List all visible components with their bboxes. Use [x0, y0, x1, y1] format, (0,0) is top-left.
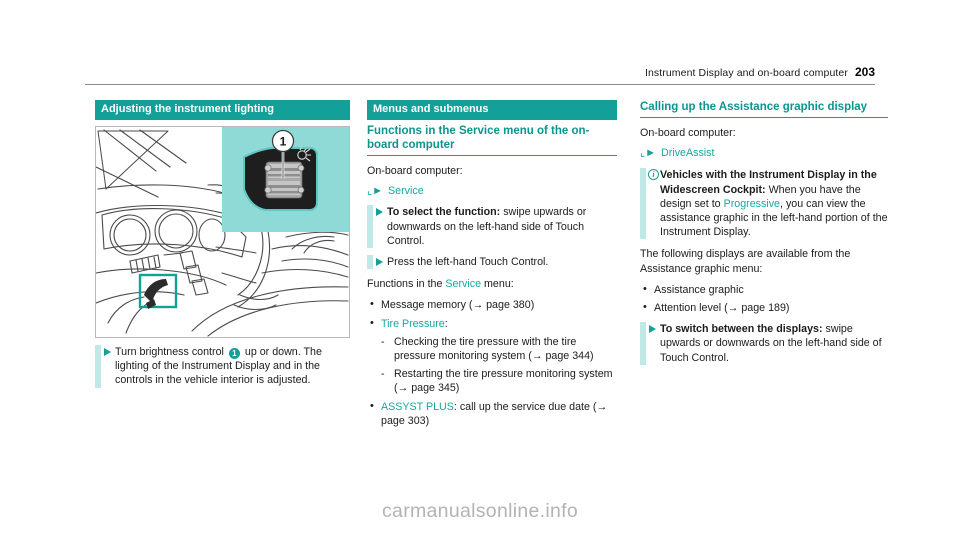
menu-path-driveassist: ⌞► DriveAssist: [640, 146, 888, 160]
watermark: carmanualsonline.info: [382, 500, 578, 522]
section-heading-menus-submenus: Menus and submenus: [367, 100, 617, 120]
running-head-title: Instrument Display and on-board computer: [644, 67, 848, 79]
list-item-assistance-graphic: Assistance graphic: [640, 282, 888, 297]
list-item-assyst-plus: ASSYST PLUS: call up the service due dat…: [367, 399, 617, 428]
instruction-turn-brightness-control: Turn brightness control 1 up or down. Th…: [95, 345, 350, 388]
menu-path-label: DriveAssist: [661, 147, 715, 160]
instruction-press-touch-control: Press the left-hand Touch Control.: [367, 255, 617, 270]
dashboard-instrument-lighting-illustration: 1: [95, 126, 350, 338]
callout-badge-1: 1: [228, 348, 240, 359]
instruction-lead-bold: To switch between the displays:: [660, 323, 823, 336]
list-item-link: Tire Pressure: [381, 317, 445, 330]
page-number: 203: [854, 65, 875, 79]
sublist-item-checking-tire-pressure: Checking the tire pressure with the tire…: [367, 335, 617, 363]
column-middle: Menus and submenus Functions in the Serv…: [367, 100, 617, 428]
service-menu-functions-intro: Functions in the Service menu:: [367, 277, 617, 291]
list-item-text: Message memory (→ page 380): [381, 299, 535, 312]
path-arrow-icon: ⌞►: [367, 185, 384, 198]
triangle-bullet-icon: [649, 325, 656, 334]
triangle-bullet-icon: [376, 258, 383, 267]
sublist-item-restarting-tpms: Restarting the tire pressure monitoring …: [367, 367, 617, 395]
svg-text:1: 1: [280, 135, 287, 149]
list-intro-link: Service: [445, 278, 482, 291]
instruction-switch-displays: To switch between the displays: swipe up…: [640, 322, 888, 365]
list-item-attention-level: Attention level (→ page 189): [640, 300, 888, 315]
path-arrow-icon: ⌞►: [640, 147, 657, 160]
note-widescreen-cockpit: i Vehicles with the Instrument Display i…: [640, 168, 888, 240]
instruction-lead-bold: To select the function:: [387, 206, 501, 219]
tire-pressure-sublist: Checking the tire pressure with the tire…: [367, 335, 617, 396]
menu-path-service: ⌞► Service: [367, 184, 617, 198]
list-item-tire-pressure: Tire Pressure:: [367, 316, 617, 331]
list-item-message-memory: Message memory (→ page 380): [367, 297, 617, 312]
assistance-graphic-display-list: Assistance graphic Attention level (→ pa…: [640, 282, 888, 315]
onboard-computer-intro: On-board computer:: [640, 127, 736, 139]
available-displays-intro: The following displays are available fro…: [640, 248, 851, 275]
instruction-press-text: Press the left-hand Touch Control.: [387, 256, 549, 269]
list-item-link: ASSYST PLUS: [381, 400, 454, 413]
list-item-text: :: [444, 317, 448, 330]
manual-page: Instrument Display and on-board computer…: [0, 0, 960, 533]
list-intro-after: menu:: [481, 278, 514, 291]
instruction-text-after: up or down.: [244, 346, 301, 358]
note-link: Progressive: [723, 197, 781, 210]
triangle-bullet-icon: [104, 348, 111, 356]
running-head: Instrument Display and on-board computer…: [85, 63, 875, 85]
section-heading-adjusting-lighting: Adjusting the instrument lighting: [95, 100, 350, 120]
column-right: Calling up the Assistance graphic displa…: [640, 100, 888, 365]
section-heading-assistance-graphic: Calling up the Assistance graphic displa…: [640, 100, 888, 118]
triangle-bullet-icon: [376, 208, 383, 217]
column-left: Adjusting the instrument lighting 1 Turn…: [95, 100, 350, 388]
info-icon: i: [648, 169, 659, 181]
subsection-heading-service-menu: Functions in the Service menu of the on-…: [367, 120, 617, 156]
instruction-text-before: Turn brightness control: [115, 346, 224, 358]
onboard-computer-intro: On-board computer:: [367, 165, 463, 177]
instruction-select-function: To select the function: swipe upwards or…: [367, 205, 617, 248]
menu-path-label: Service: [388, 185, 424, 198]
list-intro-before: Functions in the: [367, 278, 446, 291]
service-menu-function-list: Message memory (→ page 380) Tire Pressur…: [367, 297, 617, 428]
